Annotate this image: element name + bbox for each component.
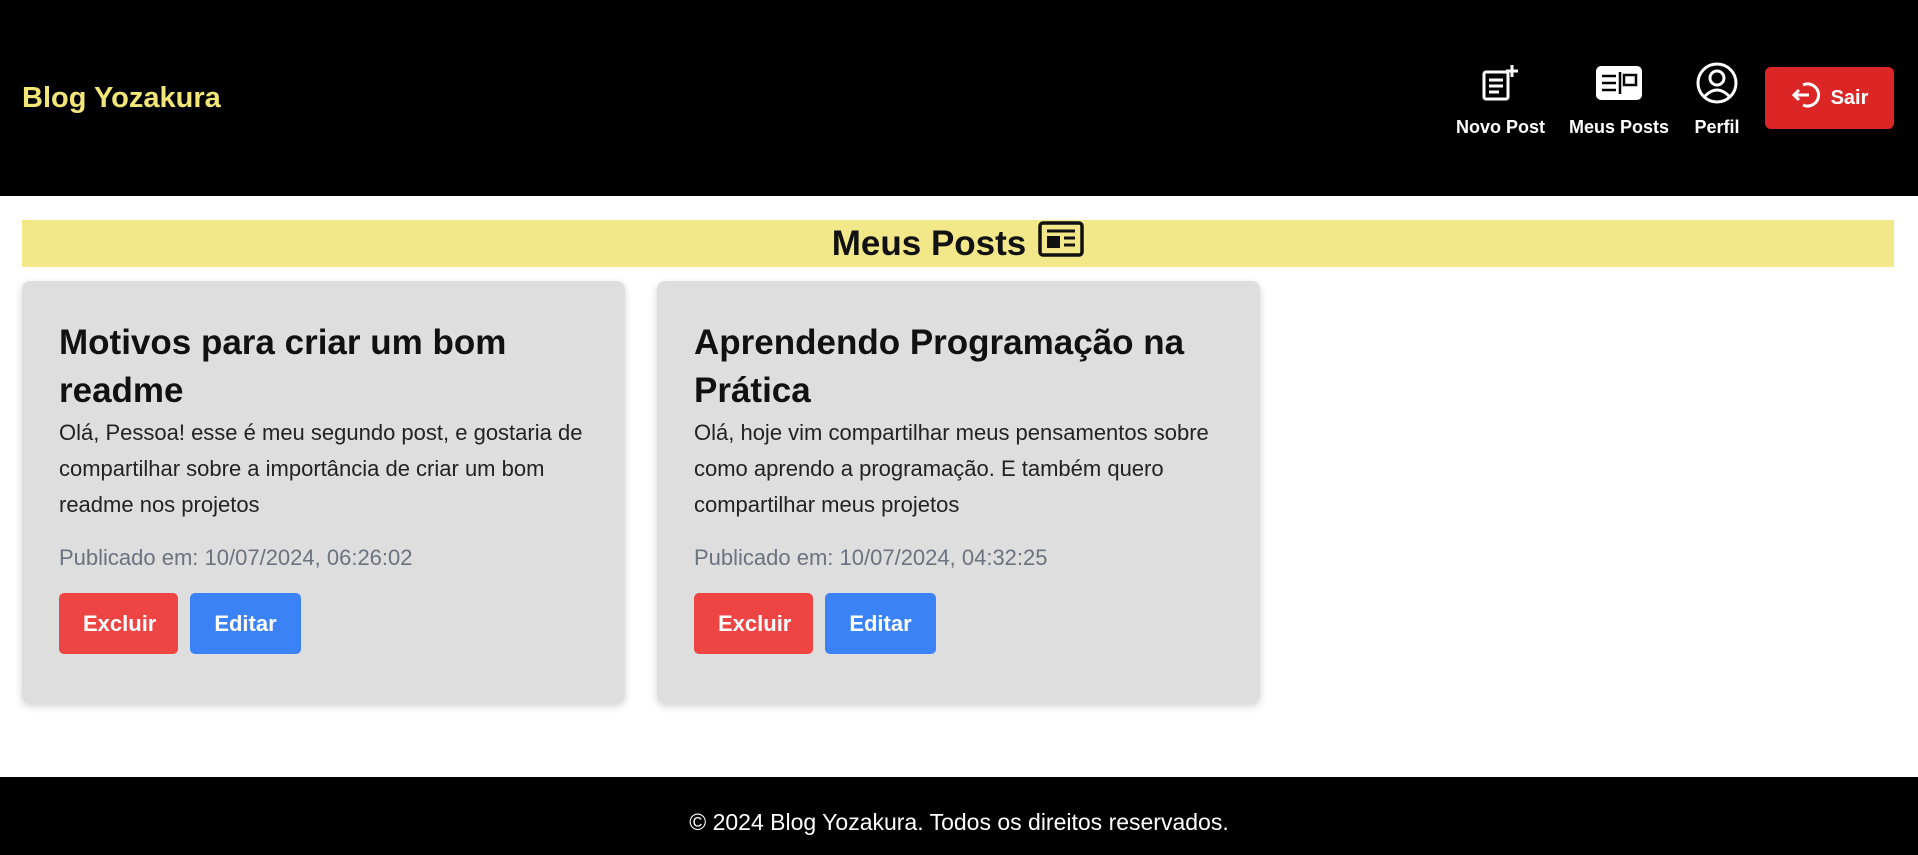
logout-label: Sair	[1830, 86, 1869, 109]
post-date: Publicado em: 10/07/2024, 04:32:25	[694, 545, 1048, 570]
logout-arrow-icon	[1791, 80, 1821, 116]
page-title: Meus Posts	[831, 223, 1027, 263]
delete-button[interactable]: Excluir	[694, 593, 813, 654]
top-header: Blog Yozakura Novo Post Meus Posts Perfi…	[0, 0, 1918, 196]
post-actions: Excluir Editar	[694, 593, 1224, 654]
user-circle-icon	[1693, 59, 1741, 107]
page-footer: © 2024 Blog Yozakura. Todos os direitos …	[0, 777, 1918, 855]
new-post-icon	[1476, 59, 1524, 107]
posts-list: Motivos para criar um bom readme Olá, Pe…	[22, 281, 1260, 703]
post-title: Aprendendo Programação na Prática	[694, 323, 1185, 410]
post-card: Aprendendo Programação na Prática Olá, h…	[657, 281, 1260, 703]
post-actions: Excluir Editar	[59, 593, 589, 654]
post-card: Motivos para criar um bom readme Olá, Pe…	[22, 281, 625, 703]
nav-label-new-post: Novo Post	[1455, 116, 1545, 137]
edit-button[interactable]: Editar	[190, 593, 301, 654]
post-body: Olá, Pessoa! esse é meu segundo post, e …	[59, 420, 583, 517]
main-nav: Novo Post Meus Posts Perfil Sair	[1432, 59, 1894, 138]
edit-button[interactable]: Editar	[825, 593, 936, 654]
brand-logo[interactable]: Blog Yozakura	[22, 82, 221, 115]
post-date: Publicado em: 10/07/2024, 06:26:02	[59, 545, 413, 570]
nav-item-new-post[interactable]: Novo Post	[1456, 59, 1545, 138]
delete-button[interactable]: Excluir	[59, 593, 178, 654]
section-title-bar: Meus Posts	[22, 220, 1894, 267]
nav-label-my-posts: Meus Posts	[1568, 116, 1669, 137]
post-body: Olá, hoje vim compartilhar meus pensamen…	[694, 420, 1209, 517]
copyright-text: © 2024 Blog Yozakura. Todos os direitos …	[689, 808, 1229, 835]
post-title: Motivos para criar um bom readme	[59, 323, 507, 410]
nav-label-profile: Perfil	[1694, 116, 1740, 137]
newspaper-icon	[1038, 221, 1084, 266]
newspaper-icon	[1595, 59, 1643, 107]
nav-item-profile[interactable]: Perfil	[1693, 59, 1741, 138]
logout-button[interactable]: Sair	[1765, 67, 1894, 129]
nav-item-my-posts[interactable]: Meus Posts	[1569, 59, 1669, 138]
